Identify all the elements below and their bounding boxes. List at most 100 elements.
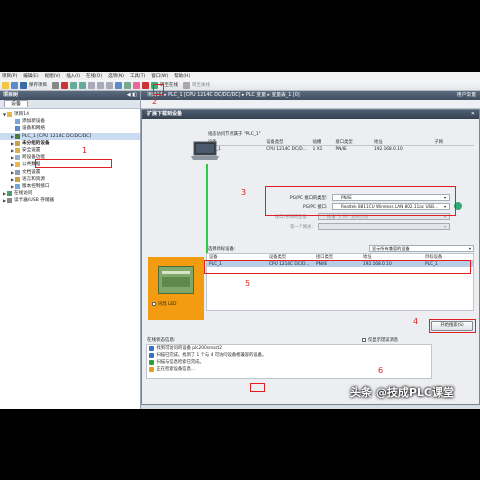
tree-node-icon xyxy=(15,148,20,154)
table-cell: PN/IE xyxy=(335,146,347,152)
go-offline-button[interactable]: 转至离线 xyxy=(192,82,210,88)
table-cell: CPU 1214C DC/D... xyxy=(266,146,307,152)
annotation-box-5 xyxy=(204,260,471,274)
menu-item[interactable]: 选项(N) xyxy=(108,73,124,79)
target-filter-select[interactable]: 显示所有兼容的设备 ▾ xyxy=(369,245,474,252)
chevron-down-icon: ▾ xyxy=(443,224,446,229)
devices-tab-label: 设备 xyxy=(4,100,29,107)
print-icon[interactable] xyxy=(52,81,59,89)
upload-icon[interactable] xyxy=(97,81,104,89)
menu-item[interactable]: 项目(P) xyxy=(2,73,17,79)
annotation-number-6: 6 xyxy=(378,366,384,375)
user-constants-tab[interactable]: 用户常量 xyxy=(457,91,476,100)
tree-item[interactable]: ▶ 未分组的设备 xyxy=(0,140,140,147)
tree-item[interactable]: 添加新设备 xyxy=(0,118,140,125)
tree-node-icon xyxy=(15,169,20,175)
annotation-box-2 xyxy=(153,84,164,95)
compile-icon[interactable] xyxy=(88,81,95,89)
first-gateway-label: 第一个网关: xyxy=(290,225,313,230)
chevron-down-icon: ▾ xyxy=(468,246,471,251)
tree-item[interactable]: ▶ PLC_1 [CPU 1214C DC/DC/DC] xyxy=(0,132,140,140)
pc-icon xyxy=(190,141,220,161)
project-tree-title: 项目树 ◀ ◧ xyxy=(0,91,140,100)
plc-device-panel: 闪烁 LED xyxy=(148,257,204,320)
tree-item[interactable]: 设备和网络 xyxy=(0,125,140,132)
start-cpu-icon[interactable] xyxy=(133,81,140,89)
errors-only-label: 仅显示错误消息 xyxy=(368,338,399,343)
target-caption: 选择目标设备: xyxy=(208,247,236,252)
menu-item[interactable]: 工具(T) xyxy=(130,73,145,79)
menu-item[interactable]: 窗口(W) xyxy=(151,73,168,79)
status-text: 扫描已完成。找到了 1 个与 4 可访问设备相兼容的设备。 xyxy=(156,353,267,358)
save-icon[interactable] xyxy=(20,81,27,89)
tree-item[interactable]: ▶ 读卡器/USB 存储器 xyxy=(0,197,140,204)
first-gateway-select[interactable]: ▾ xyxy=(318,223,450,230)
open-project-icon[interactable] xyxy=(11,81,18,89)
tree-node-icon xyxy=(15,133,20,139)
tree-item-label: 安全设置 xyxy=(22,147,41,153)
tree-node-icon xyxy=(15,140,20,146)
flash-led-label: 闪烁 LED xyxy=(158,302,177,307)
annotation-box-1 xyxy=(35,159,112,168)
redo-icon[interactable] xyxy=(79,81,86,89)
menu-bar: 项目(P) 编辑(E) 视图(V) 插入(I) 在线(O) 选项(N) 工具(T) 窗口(W)… xyxy=(0,72,480,80)
tree-node-icon xyxy=(15,162,20,168)
tree-item-label: 设备和网络 xyxy=(22,126,45,132)
menu-item[interactable]: 帮助(H) xyxy=(174,73,190,79)
tree-item[interactable]: ▶ 语言和资源 xyxy=(0,176,140,183)
plc-image xyxy=(158,266,194,294)
save-project-button[interactable]: 保存项目 xyxy=(29,82,47,88)
checkbox-icon xyxy=(362,338,366,342)
watermark: 头条 @技成PLC课堂 xyxy=(350,386,454,399)
menu-item[interactable]: 视图(V) xyxy=(45,73,61,79)
config-caption: 组态访问节点属于 "PLC_1" xyxy=(208,132,261,137)
tree-node-icon xyxy=(15,183,20,189)
table-cell: 192.168.0.10 xyxy=(374,146,403,152)
ok-icon xyxy=(149,360,154,365)
download-to-device-icon[interactable] xyxy=(115,81,122,89)
errors-only-checkbox[interactable]: 仅显示错误消息 xyxy=(362,337,398,343)
tree-item-label: 在线访问 xyxy=(14,191,33,197)
table-cell: 1 X1 xyxy=(312,146,323,152)
annotation-number-1: 1 xyxy=(82,146,88,155)
table-cell xyxy=(432,146,474,153)
tree-item-label: 版本控制接口 xyxy=(22,183,50,189)
tree-node-icon xyxy=(7,198,12,204)
delete-icon[interactable] xyxy=(61,81,68,89)
tree-item[interactable]: ▶ 版本控制接口 xyxy=(0,183,140,190)
simulate-icon[interactable] xyxy=(106,81,113,89)
menu-item[interactable]: 在线(O) xyxy=(86,73,102,79)
tree-item-label: 语言和资源 xyxy=(22,176,45,182)
tree-item-label: PLC_1 [CPU 1214C DC/DC/DC] xyxy=(22,133,92,139)
tree-item-label: 读卡器/USB 存储器 xyxy=(14,198,55,204)
panel-collapse-icon[interactable]: ◀ ◧ xyxy=(127,91,137,100)
status-row: 扫描已完成。找到了 1 个与 4 可访问设备相兼容的设备。 xyxy=(147,352,431,359)
status-row: 找到可访问的设备 plc200smart2 xyxy=(147,345,431,352)
editor-toolbar xyxy=(141,100,480,109)
undo-icon[interactable] xyxy=(70,81,77,89)
tree-item[interactable]: ▶ 安全设置 xyxy=(0,147,140,154)
status-text: 找到可访问的设备 plc200smart2 xyxy=(156,346,222,351)
tree-item[interactable]: ▶ 在线访问 xyxy=(0,190,140,197)
target-filter-value: 显示所有兼容的设备 xyxy=(372,246,410,251)
project-tree-title-text: 项目树 xyxy=(3,92,19,98)
menu-item[interactable]: 插入(I) xyxy=(66,73,80,79)
menu-item[interactable]: 编辑(E) xyxy=(23,73,38,79)
tree-item[interactable]: ▼ 项目14 xyxy=(0,111,140,118)
upload-from-device-icon[interactable] xyxy=(124,81,131,89)
flash-led-checkbox[interactable]: 闪烁 LED xyxy=(152,301,176,307)
config-table: 设备设备类型插槽接口类型地址子网 PLC_1CPU 1214C DC/D...1… xyxy=(206,139,474,152)
close-icon[interactable]: ✕ xyxy=(471,110,475,119)
annotation-number-3: 3 xyxy=(241,188,247,197)
breadcrumb: 项目14 ▸ PLC_1 [CPU 1214C DC/DC/DC] ▸ PLC … xyxy=(147,93,300,98)
tree-node-icon xyxy=(7,112,12,118)
status-caption: 在线状态信息: xyxy=(147,338,176,343)
tree-item[interactable]: ▶ 文档设置 xyxy=(0,169,140,176)
new-project-icon[interactable] xyxy=(2,81,9,89)
devices-tab[interactable]: 设备 xyxy=(0,100,140,109)
tree-item-label: 添加新设备 xyxy=(22,119,45,125)
annotation-number-4: 4 xyxy=(413,317,419,326)
online-status-list: 找到可访问的设备 plc200smart2 扫描已完成。找到了 1 个与 4 可访… xyxy=(146,344,432,379)
stop-cpu-icon[interactable] xyxy=(142,81,149,89)
go-offline-icon[interactable] xyxy=(183,81,190,89)
